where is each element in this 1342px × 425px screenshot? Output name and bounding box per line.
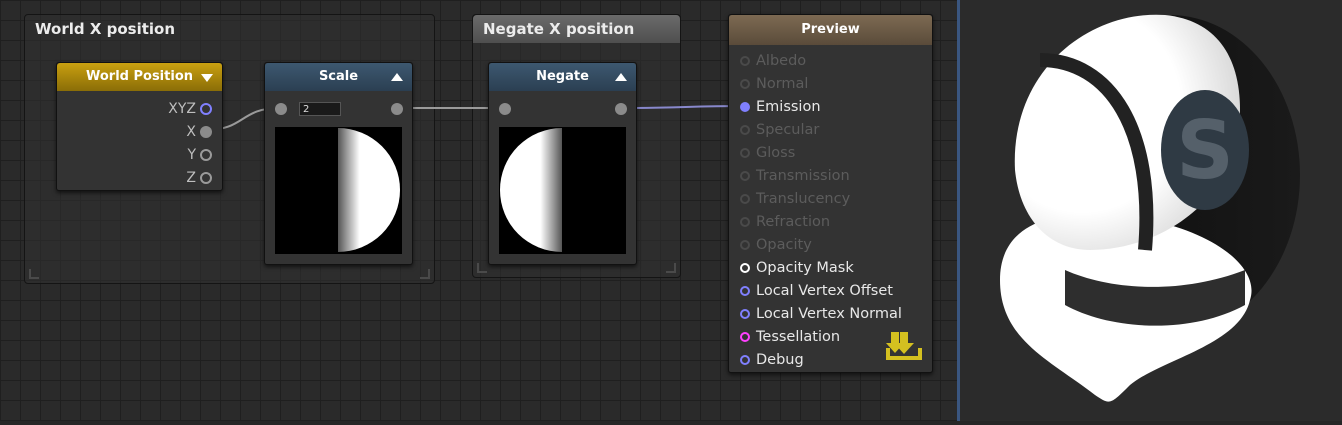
node-title: Scale (318, 69, 359, 84)
node-header[interactable]: Scale (265, 63, 412, 91)
input-label: Specular (756, 122, 820, 138)
input-port-icon[interactable] (275, 103, 287, 115)
node-graph-canvas[interactable]: World X position Negate X position World… (0, 0, 957, 421)
input-port-icon[interactable] (740, 240, 750, 250)
preview-input-transmission[interactable]: Transmission (740, 165, 850, 187)
node-title: World Position (85, 69, 193, 84)
preview-input-opacity-mask[interactable]: Opacity Mask (740, 257, 854, 279)
preview-input-debug[interactable]: Debug (740, 349, 804, 371)
half-sphere-preview (500, 128, 562, 252)
input-label: Refraction (756, 214, 831, 230)
output-port-icon[interactable] (391, 103, 403, 115)
input-port-icon[interactable] (740, 263, 750, 273)
preview-input-emission[interactable]: Emission (740, 96, 821, 118)
input-port-icon[interactable] (740, 79, 750, 89)
node-scale[interactable]: Scale 2 (264, 62, 413, 265)
node-header[interactable]: World Position (57, 63, 222, 91)
port-icon[interactable] (200, 126, 212, 138)
input-label: Opacity Mask (756, 260, 854, 276)
input-label: Opacity (756, 237, 812, 253)
output-label: Z (186, 170, 196, 186)
input-label: Gloss (756, 145, 796, 161)
input-port-icon[interactable] (740, 125, 750, 135)
output-y[interactable]: Y (187, 145, 212, 165)
preview-input-local-vertex-offset[interactable]: Local Vertex Offset (740, 280, 893, 302)
input-port-icon[interactable] (740, 217, 750, 227)
input-port-icon[interactable] (499, 103, 511, 115)
3d-preview-viewport[interactable]: S (960, 0, 1342, 421)
port-icon[interactable] (200, 103, 212, 115)
input-label: Normal (756, 76, 809, 92)
node-preview-output[interactable]: Preview Albedo Normal Emission Specular Glos… (728, 14, 933, 373)
input-port-icon[interactable] (740, 355, 750, 365)
preview-input-opacity[interactable]: Opacity (740, 234, 812, 256)
input-label: Albedo (756, 53, 807, 69)
connection-negate-to-emission (619, 105, 745, 109)
output-port-icon[interactable] (615, 103, 627, 115)
preview-input-normal[interactable]: Normal (740, 73, 808, 95)
node-title: Preview (801, 22, 860, 37)
input-label: Translucency (756, 191, 851, 207)
port-icon[interactable] (200, 172, 212, 184)
node-negate[interactable]: Negate (488, 62, 637, 265)
input-port-icon[interactable] (740, 56, 750, 66)
collapse-arrow-icon[interactable] (615, 73, 627, 81)
logo-letter: S (1176, 104, 1234, 197)
output-label: Y (187, 147, 196, 163)
preview-input-albedo[interactable]: Albedo (740, 50, 806, 72)
preview-input-specular[interactable]: Specular (740, 119, 819, 141)
input-port-icon[interactable] (740, 194, 750, 204)
node-preview-image (275, 127, 402, 254)
node-world-position[interactable]: World Position XYZ X Y Z (56, 62, 223, 191)
scale-value-field[interactable]: 2 (299, 102, 341, 116)
node-preview-image (499, 127, 626, 254)
preview-input-tessellation[interactable]: Tessellation (740, 326, 840, 348)
input-label: Tessellation (756, 329, 841, 345)
preview-input-translucency[interactable]: Translucency (740, 188, 850, 210)
input-label: Debug (756, 352, 804, 368)
input-label: Local Vertex Offset (756, 283, 893, 299)
input-port-icon[interactable] (740, 148, 750, 158)
input-label: Local Vertex Normal (756, 306, 902, 322)
output-z[interactable]: Z (186, 168, 212, 188)
download-tray-icon[interactable] (886, 330, 922, 362)
port-icon[interactable] (200, 149, 212, 161)
collapse-arrow-icon[interactable] (391, 73, 403, 81)
output-xyz[interactable]: XYZ (168, 99, 212, 119)
input-port-icon[interactable] (740, 309, 750, 319)
input-label: Transmission (756, 168, 850, 184)
input-label: Emission (756, 99, 821, 115)
input-port-icon[interactable] (740, 332, 750, 342)
half-sphere-preview (338, 128, 400, 252)
node-header[interactable]: Negate (489, 63, 636, 91)
input-port-icon[interactable] (740, 286, 750, 296)
collapse-arrow-icon[interactable] (201, 74, 213, 82)
input-port-icon[interactable] (740, 102, 750, 112)
output-label: XYZ (168, 101, 196, 117)
output-x[interactable]: X (186, 122, 212, 142)
input-port-icon[interactable] (740, 171, 750, 181)
output-label: X (186, 124, 196, 140)
preview-input-local-vertex-normal[interactable]: Local Vertex Normal (740, 303, 902, 325)
preview-input-gloss[interactable]: Gloss (740, 142, 795, 164)
node-title: Negate (536, 69, 589, 84)
node-header[interactable]: Preview (729, 15, 932, 45)
material-preview-sphere: S (1000, 14, 1300, 402)
preview-input-refraction[interactable]: Refraction (740, 211, 830, 233)
